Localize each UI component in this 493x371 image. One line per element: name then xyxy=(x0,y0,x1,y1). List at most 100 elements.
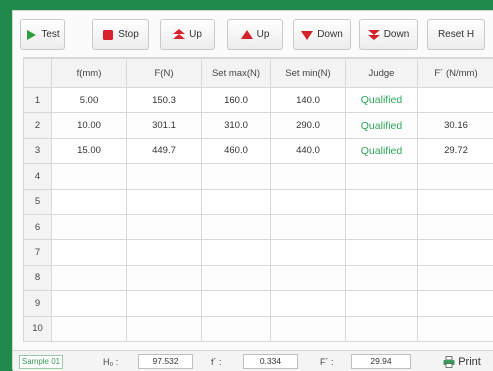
table-cell[interactable]: 449.7 xyxy=(127,138,202,163)
table-cell[interactable] xyxy=(418,214,493,239)
toolbar: Test Stop Up Up Down xyxy=(13,11,493,57)
table-cell[interactable] xyxy=(202,214,271,239)
column-header: F´ (N/mm) xyxy=(418,59,493,88)
table-row[interactable]: 8 xyxy=(24,265,493,290)
table-header-row: f(mm)F(N)Set max(N)Set min(N)JudgeF´ (N/… xyxy=(24,59,493,88)
table-cell[interactable] xyxy=(271,240,346,265)
table-cell[interactable] xyxy=(127,189,202,214)
table-cell[interactable] xyxy=(418,240,493,265)
table-row[interactable]: 10 xyxy=(24,316,493,341)
judge-cell[interactable] xyxy=(346,265,418,290)
table-cell[interactable] xyxy=(127,214,202,239)
row-index-header xyxy=(24,59,52,88)
table-row[interactable]: 15.00150.3160.0140.0Qualified xyxy=(24,88,493,113)
row-index-cell: 6 xyxy=(24,214,52,239)
table-cell[interactable]: 290.0 xyxy=(271,113,346,138)
sample-name-field[interactable]: Sample 01 xyxy=(19,355,63,369)
test-button-label: Test xyxy=(41,29,59,40)
stop-button[interactable]: Stop xyxy=(92,19,149,50)
table-cell[interactable] xyxy=(202,240,271,265)
table-cell[interactable] xyxy=(418,164,493,189)
table-row[interactable]: 7 xyxy=(24,240,493,265)
table-cell[interactable]: 460.0 xyxy=(202,138,271,163)
table-cell[interactable] xyxy=(418,189,493,214)
judge-cell[interactable]: Qualified xyxy=(346,88,418,113)
table-cell[interactable] xyxy=(52,291,127,316)
results-table: f(mm)F(N)Set max(N)Set min(N)JudgeF´ (N/… xyxy=(23,57,493,351)
f-prime-field[interactable]: 0.334 xyxy=(243,354,298,369)
down-button-label: Down xyxy=(317,29,343,40)
judge-cell[interactable] xyxy=(346,316,418,341)
table-cell[interactable]: 310.0 xyxy=(202,113,271,138)
table-cell[interactable] xyxy=(418,316,493,341)
table-cell[interactable]: 440.0 xyxy=(271,138,346,163)
table-cell[interactable] xyxy=(418,291,493,316)
judge-cell[interactable]: Qualified xyxy=(346,138,418,163)
table-cell[interactable]: 150.3 xyxy=(127,88,202,113)
table-cell[interactable] xyxy=(127,164,202,189)
table-cell[interactable] xyxy=(52,164,127,189)
column-header: F(N) xyxy=(127,59,202,88)
table-cell[interactable] xyxy=(127,316,202,341)
table-cell[interactable] xyxy=(271,265,346,290)
table-row[interactable]: 5 xyxy=(24,189,493,214)
row-index-cell: 3 xyxy=(24,138,52,163)
table-cell[interactable] xyxy=(418,265,493,290)
up-icon xyxy=(241,29,253,41)
table-cell[interactable]: 5.00 xyxy=(52,88,127,113)
table-cell[interactable]: 29.72 xyxy=(418,138,493,163)
table-cell[interactable]: 30.16 xyxy=(418,113,493,138)
table-row[interactable]: 210.00301.1310.0290.0Qualified30.16 xyxy=(24,113,493,138)
table-cell[interactable] xyxy=(127,240,202,265)
table-cell[interactable] xyxy=(202,291,271,316)
table-row[interactable]: 315.00449.7460.0440.0Qualified29.72 xyxy=(24,138,493,163)
table-cell[interactable] xyxy=(202,265,271,290)
table-cell[interactable]: 140.0 xyxy=(271,88,346,113)
down-icon xyxy=(301,29,313,41)
reset-h-button[interactable]: Reset H xyxy=(427,19,485,50)
judge-cell[interactable] xyxy=(346,240,418,265)
table-cell[interactable]: 301.1 xyxy=(127,113,202,138)
judge-cell[interactable]: Qualified xyxy=(346,113,418,138)
row-index-cell: 4 xyxy=(24,164,52,189)
up-button-label: Up xyxy=(257,29,270,40)
table-cell[interactable]: 160.0 xyxy=(202,88,271,113)
table-cell[interactable] xyxy=(418,88,493,113)
table-cell[interactable] xyxy=(271,164,346,189)
table-cell[interactable] xyxy=(52,316,127,341)
judge-cell[interactable] xyxy=(346,214,418,239)
table-cell[interactable] xyxy=(202,164,271,189)
fast-down-button[interactable]: Down xyxy=(359,19,418,50)
table-cell[interactable] xyxy=(202,316,271,341)
table-cell[interactable] xyxy=(52,265,127,290)
judge-cell[interactable] xyxy=(346,189,418,214)
table-cell[interactable] xyxy=(127,265,202,290)
table-cell[interactable]: 15.00 xyxy=(52,138,127,163)
table-cell[interactable] xyxy=(271,316,346,341)
table-row[interactable]: 4 xyxy=(24,164,493,189)
table-cell[interactable]: 10.00 xyxy=(52,113,127,138)
row-index-cell: 1 xyxy=(24,88,52,113)
F-prime-field[interactable]: 29.94 xyxy=(351,354,411,369)
table-cell[interactable] xyxy=(202,189,271,214)
judge-cell[interactable] xyxy=(346,291,418,316)
table-cell[interactable] xyxy=(271,214,346,239)
table-cell[interactable] xyxy=(52,214,127,239)
h0-field[interactable]: 97.532 xyxy=(138,354,193,369)
row-index-cell: 8 xyxy=(24,265,52,290)
table-row[interactable]: 9 xyxy=(24,291,493,316)
up-button[interactable]: Up xyxy=(227,19,283,50)
fast-up-button-label: Up xyxy=(189,29,202,40)
fast-up-button[interactable]: Up xyxy=(160,19,215,50)
table-cell[interactable] xyxy=(52,240,127,265)
table-cell[interactable] xyxy=(52,189,127,214)
table-cell[interactable] xyxy=(271,189,346,214)
table-cell[interactable] xyxy=(127,291,202,316)
print-button[interactable]: Print xyxy=(433,353,491,370)
table-row[interactable]: 6 xyxy=(24,214,493,239)
judge-cell[interactable] xyxy=(346,164,418,189)
test-button[interactable]: Test xyxy=(20,19,65,50)
h0-label: H₀ : xyxy=(103,355,118,369)
table-cell[interactable] xyxy=(271,291,346,316)
down-button[interactable]: Down xyxy=(293,19,351,50)
